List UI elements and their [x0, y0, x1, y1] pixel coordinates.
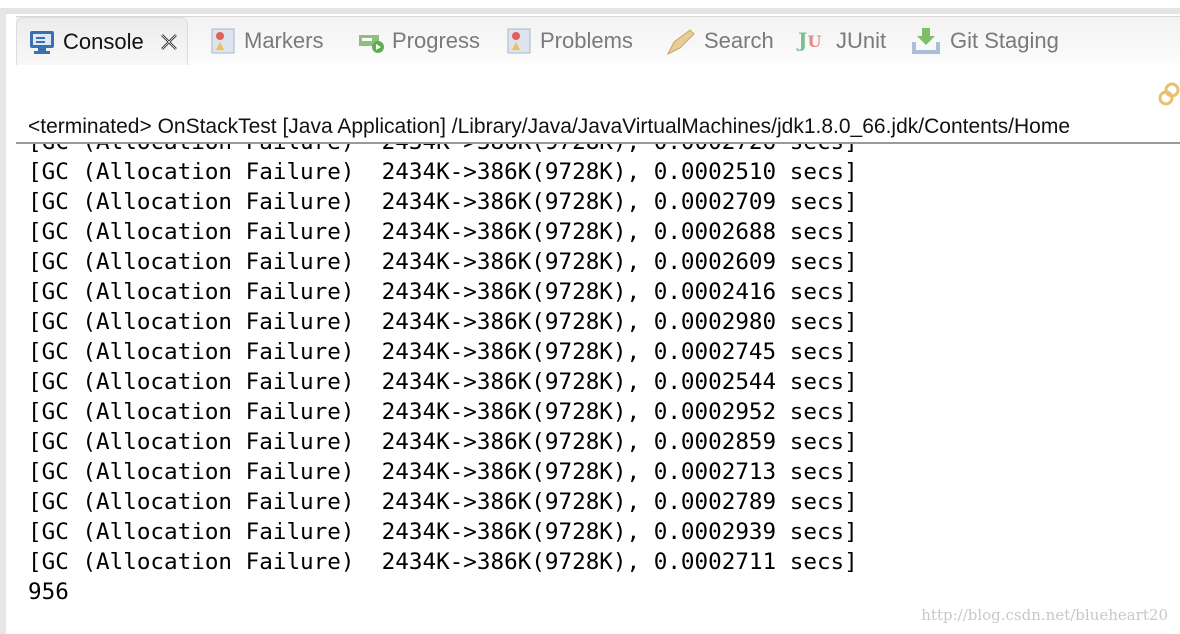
- tab-problems[interactable]: Problems: [506, 17, 633, 65]
- console-line: [GC (Allocation Failure) 2434K->386K(972…: [28, 144, 858, 157]
- console-output[interactable]: [GC (Allocation Failure) 2434K->386K(972…: [16, 144, 1180, 634]
- watermark: http://blog.csdn.net/blueheart20: [921, 606, 1168, 624]
- tab-label: Problems: [540, 28, 633, 53]
- git-staging-icon: [910, 26, 942, 56]
- console-line: [GC (Allocation Failure) 2434K->386K(972…: [28, 489, 858, 515]
- console-line: [GC (Allocation Failure) 2434K->386K(972…: [28, 249, 858, 275]
- problems-icon: [506, 28, 532, 54]
- window-top-edge: [0, 0, 1180, 14]
- console-line: [GC (Allocation Failure) 2434K->386K(972…: [28, 549, 858, 575]
- junit-icon: JU: [798, 28, 822, 52]
- console-lines: [GC (Allocation Failure) 2434K->386K(972…: [28, 144, 858, 607]
- tab-progress[interactable]: Progress: [358, 17, 480, 65]
- tab-label: Progress: [392, 28, 481, 53]
- tab-label: Console: [63, 28, 144, 54]
- tab-console[interactable]: Console: [16, 17, 188, 65]
- console-line: [GC (Allocation Failure) 2434K->386K(972…: [28, 279, 858, 305]
- console-line: [GC (Allocation Failure) 2434K->386K(972…: [28, 519, 858, 545]
- search-icon: [664, 28, 696, 56]
- tab-label: JUnit: [836, 28, 887, 53]
- window-left-edge: [0, 8, 6, 634]
- tab-label: Search: [704, 28, 774, 53]
- tab-junit[interactable]: JU JUnit: [798, 17, 886, 65]
- close-icon[interactable]: [158, 31, 180, 53]
- console-line: [GC (Allocation Failure) 2434K->386K(972…: [28, 159, 858, 185]
- tab-git-staging[interactable]: Git Staging: [910, 17, 1059, 65]
- console-line: [GC (Allocation Failure) 2434K->386K(972…: [28, 399, 858, 425]
- console-line: 956: [28, 579, 69, 605]
- console-line: [GC (Allocation Failure) 2434K->386K(972…: [28, 189, 858, 215]
- console-line: [GC (Allocation Failure) 2434K->386K(972…: [28, 459, 858, 485]
- console-line: [GC (Allocation Failure) 2434K->386K(972…: [28, 339, 858, 365]
- tab-label: Git Staging: [950, 28, 1059, 53]
- console-line: [GC (Allocation Failure) 2434K->386K(972…: [28, 429, 858, 455]
- console-line: [GC (Allocation Failure) 2434K->386K(972…: [28, 309, 858, 335]
- console-icon: [29, 29, 55, 55]
- console-line: [GC (Allocation Failure) 2434K->386K(972…: [28, 369, 858, 395]
- tab-search[interactable]: Search: [664, 17, 774, 65]
- progress-icon: [358, 28, 384, 54]
- console-line: [GC (Allocation Failure) 2434K->386K(972…: [28, 219, 858, 245]
- view-tab-bar: Console Markers Progress Problems Search…: [16, 16, 1180, 65]
- markers-icon: [210, 28, 236, 54]
- console-process-label: <terminated> OnStackTest [Java Applicati…: [28, 115, 1071, 138]
- pin-console-icon[interactable]: [1158, 80, 1180, 108]
- tab-label: Markers: [244, 28, 324, 53]
- tab-markers[interactable]: Markers: [210, 17, 323, 65]
